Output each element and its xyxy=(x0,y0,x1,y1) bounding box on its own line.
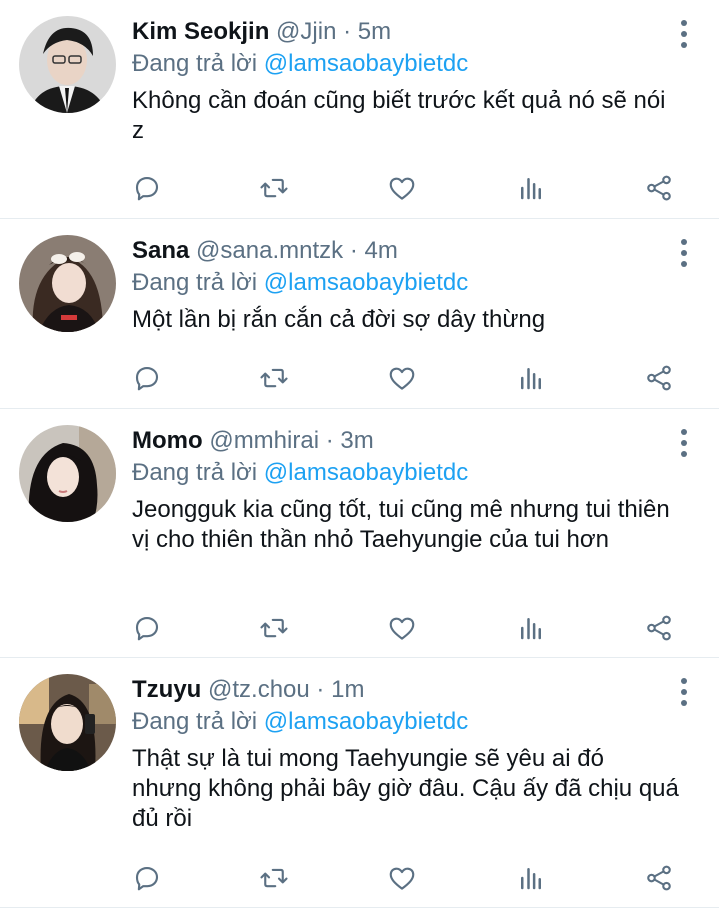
replying-to-link[interactable]: @lamsaobaybietdc xyxy=(264,269,468,296)
avatar[interactable] xyxy=(19,235,116,332)
more-vertical-icon[interactable] xyxy=(675,20,693,48)
user-handle[interactable]: @Jjin xyxy=(276,18,336,45)
reply-feed: Kim Seokjin @Jjin · 5m Đang trả lời @lam… xyxy=(0,0,719,908)
display-name[interactable]: Kim Seokjin xyxy=(132,18,269,45)
timestamp[interactable]: 3m xyxy=(340,427,373,454)
replying-to-label: Đang trả lời xyxy=(132,459,258,486)
replying-to-link[interactable]: @lamsaobaybietdc xyxy=(264,50,468,77)
separator-dot: · xyxy=(349,237,358,264)
user-handle[interactable]: @mmhirai xyxy=(209,427,319,454)
tweet-text: Không cần đoán cũng biết trước kết quả n… xyxy=(132,87,666,144)
tweet[interactable]: Kim Seokjin @Jjin · 5m Đang trả lời @lam… xyxy=(0,0,719,219)
tweet-actions xyxy=(130,171,679,205)
separator-dot: · xyxy=(325,427,334,454)
avatar[interactable] xyxy=(19,16,116,113)
replying-to: Đang trả lời @lamsaobaybietdc xyxy=(132,706,679,738)
user-handle[interactable]: @tz.chou xyxy=(208,676,310,703)
stats-icon[interactable] xyxy=(514,611,548,645)
retweet-icon[interactable] xyxy=(257,861,291,895)
replying-to-label: Đang trả lời xyxy=(132,269,258,296)
tweet-text: Một lần bị rắn cắn cả đời sợ dây thừng xyxy=(132,306,546,333)
tweet-content: Sana @sana.mntzk · 4m Đang trả lời @lams… xyxy=(132,235,679,335)
more-vertical-icon[interactable] xyxy=(675,429,693,457)
reply-icon[interactable] xyxy=(130,361,164,395)
tweet-header: Sana @sana.mntzk · 4m xyxy=(132,235,679,267)
stats-icon[interactable] xyxy=(514,361,548,395)
tweet-content: Kim Seokjin @Jjin · 5m Đang trả lời @lam… xyxy=(132,16,679,146)
retweet-icon[interactable] xyxy=(257,361,291,395)
timestamp[interactable]: 4m xyxy=(364,237,397,264)
replying-to-link[interactable]: @lamsaobaybietdc xyxy=(264,459,468,486)
more-vertical-icon[interactable] xyxy=(675,239,693,267)
stats-icon[interactable] xyxy=(514,171,548,205)
display-name[interactable]: Sana xyxy=(132,237,189,264)
more-vertical-icon[interactable] xyxy=(675,678,693,706)
replying-to: Đang trả lời @lamsaobaybietdc xyxy=(132,267,679,299)
tweet-actions xyxy=(130,861,679,895)
heart-icon[interactable] xyxy=(385,171,419,205)
share-icon[interactable] xyxy=(642,361,676,395)
timestamp[interactable]: 1m xyxy=(331,676,364,703)
reply-icon[interactable] xyxy=(130,171,164,205)
heart-icon[interactable] xyxy=(385,361,419,395)
avatar[interactable] xyxy=(19,425,116,522)
stats-icon[interactable] xyxy=(514,861,548,895)
replying-to: Đang trả lời @lamsaobaybietdc xyxy=(132,457,679,489)
replying-to-label: Đang trả lời xyxy=(132,50,258,77)
tweet-content: Momo @mmhirai · 3m Đang trả lời @lamsaob… xyxy=(132,425,679,555)
tweet[interactable]: Sana @sana.mntzk · 4m Đang trả lời @lams… xyxy=(0,219,719,409)
separator-dot: · xyxy=(343,18,352,45)
reply-icon[interactable] xyxy=(130,861,164,895)
tweet-content: Tzuyu @tz.chou · 1m Đang trả lời @lamsao… xyxy=(132,674,679,834)
tweet-actions xyxy=(130,611,679,645)
tweet-actions xyxy=(130,361,679,395)
retweet-icon[interactable] xyxy=(257,611,291,645)
tweet-header: Kim Seokjin @Jjin · 5m xyxy=(132,16,679,48)
share-icon[interactable] xyxy=(642,171,676,205)
replying-to: Đang trả lời @lamsaobaybietdc xyxy=(132,48,679,80)
retweet-icon[interactable] xyxy=(257,171,291,205)
heart-icon[interactable] xyxy=(385,611,419,645)
display-name[interactable]: Momo xyxy=(132,427,203,454)
user-handle[interactable]: @sana.mntzk xyxy=(196,237,343,264)
reply-icon[interactable] xyxy=(130,611,164,645)
heart-icon[interactable] xyxy=(385,861,419,895)
tweet-header: Momo @mmhirai · 3m xyxy=(132,425,679,457)
timestamp[interactable]: 5m xyxy=(358,18,391,45)
tweet[interactable]: Tzuyu @tz.chou · 1m Đang trả lời @lamsao… xyxy=(0,658,719,908)
tweet-text: Jeongguk kia cũng tốt, tui cũng mê nhưng… xyxy=(132,496,670,553)
tweet[interactable]: Momo @mmhirai · 3m Đang trả lời @lamsaob… xyxy=(0,409,719,658)
avatar[interactable] xyxy=(19,674,116,771)
replying-to-label: Đang trả lời xyxy=(132,708,258,735)
replying-to-link[interactable]: @lamsaobaybietdc xyxy=(264,708,468,735)
separator-dot: · xyxy=(316,676,325,703)
display-name[interactable]: Tzuyu xyxy=(132,676,201,703)
tweet-text: Thật sự là tui mong Taehyungie sẽ yêu ai… xyxy=(132,745,679,832)
share-icon[interactable] xyxy=(642,861,676,895)
tweet-header: Tzuyu @tz.chou · 1m xyxy=(132,674,679,706)
share-icon[interactable] xyxy=(642,611,676,645)
